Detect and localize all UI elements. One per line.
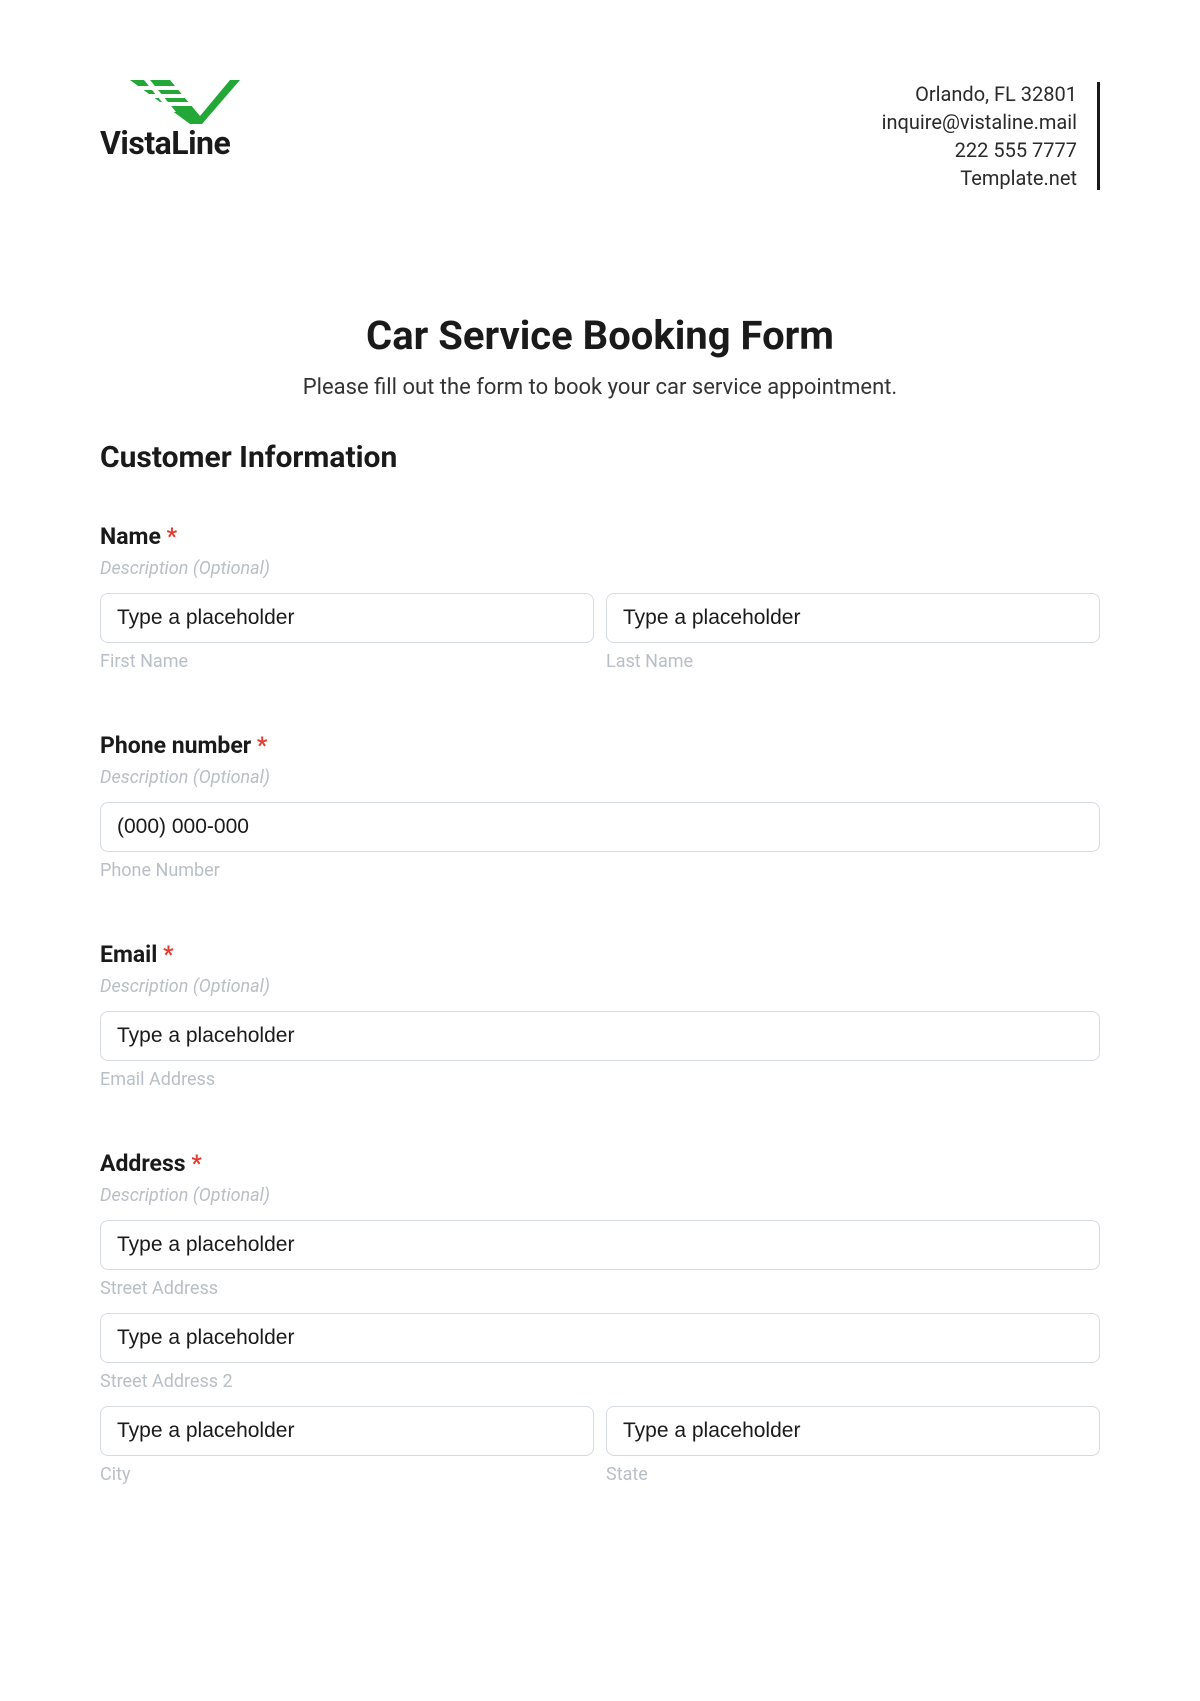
city-input[interactable] [100, 1406, 594, 1456]
field-label-name: Name * [100, 523, 1100, 550]
label-text: Address [100, 1150, 186, 1177]
street-address-2-sublabel: Street Address 2 [100, 1371, 1100, 1392]
description-optional: Description (Optional) [100, 976, 1100, 997]
section-heading-customer-info: Customer Information [100, 440, 1100, 475]
form-title: Car Service Booking Form [100, 312, 1100, 359]
email-sublabel: Email Address [100, 1069, 1100, 1090]
city-sublabel: City [100, 1464, 594, 1485]
form-subtitle: Please fill out the form to book your ca… [100, 375, 1100, 400]
label-text: Email [100, 941, 157, 968]
field-group-phone: Phone number * Description (Optional) Ph… [100, 732, 1100, 881]
field-label-email: Email * [100, 941, 1100, 968]
description-optional: Description (Optional) [100, 767, 1100, 788]
contact-block: Orlando, FL 32801 inquire@vistaline.mail… [882, 80, 1100, 192]
phone-input[interactable] [100, 802, 1100, 852]
page-header: VistaLine Orlando, FL 32801 inquire@vist… [100, 80, 1100, 192]
header-divider [1097, 82, 1100, 190]
contact-lines: Orlando, FL 32801 inquire@vistaline.mail… [882, 80, 1097, 192]
email-input[interactable] [100, 1011, 1100, 1061]
last-name-input[interactable] [606, 593, 1100, 643]
required-mark: * [167, 523, 177, 550]
field-label-phone: Phone number * [100, 732, 1100, 759]
field-label-address: Address * [100, 1150, 1100, 1177]
last-name-sublabel: Last Name [606, 651, 1100, 672]
required-mark: * [163, 941, 173, 968]
description-optional: Description (Optional) [100, 558, 1100, 579]
state-input[interactable] [606, 1406, 1100, 1456]
vistaline-logo-icon [130, 80, 240, 124]
contact-phone: 222 555 7777 [882, 136, 1077, 164]
street-address-input[interactable] [100, 1220, 1100, 1270]
label-text: Name [100, 523, 161, 550]
company-name: VistaLine [100, 124, 230, 162]
field-group-address: Address * Description (Optional) Street … [100, 1150, 1100, 1485]
street-address-2-input[interactable] [100, 1313, 1100, 1363]
contact-site: Template.net [882, 164, 1077, 192]
state-sublabel: State [606, 1464, 1100, 1485]
description-optional: Description (Optional) [100, 1185, 1100, 1206]
required-mark: * [257, 732, 267, 759]
first-name-input[interactable] [100, 593, 594, 643]
contact-email: inquire@vistaline.mail [882, 108, 1077, 136]
phone-sublabel: Phone Number [100, 860, 1100, 881]
contact-address: Orlando, FL 32801 [882, 80, 1077, 108]
first-name-sublabel: First Name [100, 651, 594, 672]
logo-block: VistaLine [100, 80, 240, 162]
field-group-name: Name * Description (Optional) First Name… [100, 523, 1100, 672]
required-mark: * [191, 1150, 201, 1177]
label-text: Phone number [100, 732, 251, 759]
field-group-email: Email * Description (Optional) Email Add… [100, 941, 1100, 1090]
street-address-sublabel: Street Address [100, 1278, 1100, 1299]
